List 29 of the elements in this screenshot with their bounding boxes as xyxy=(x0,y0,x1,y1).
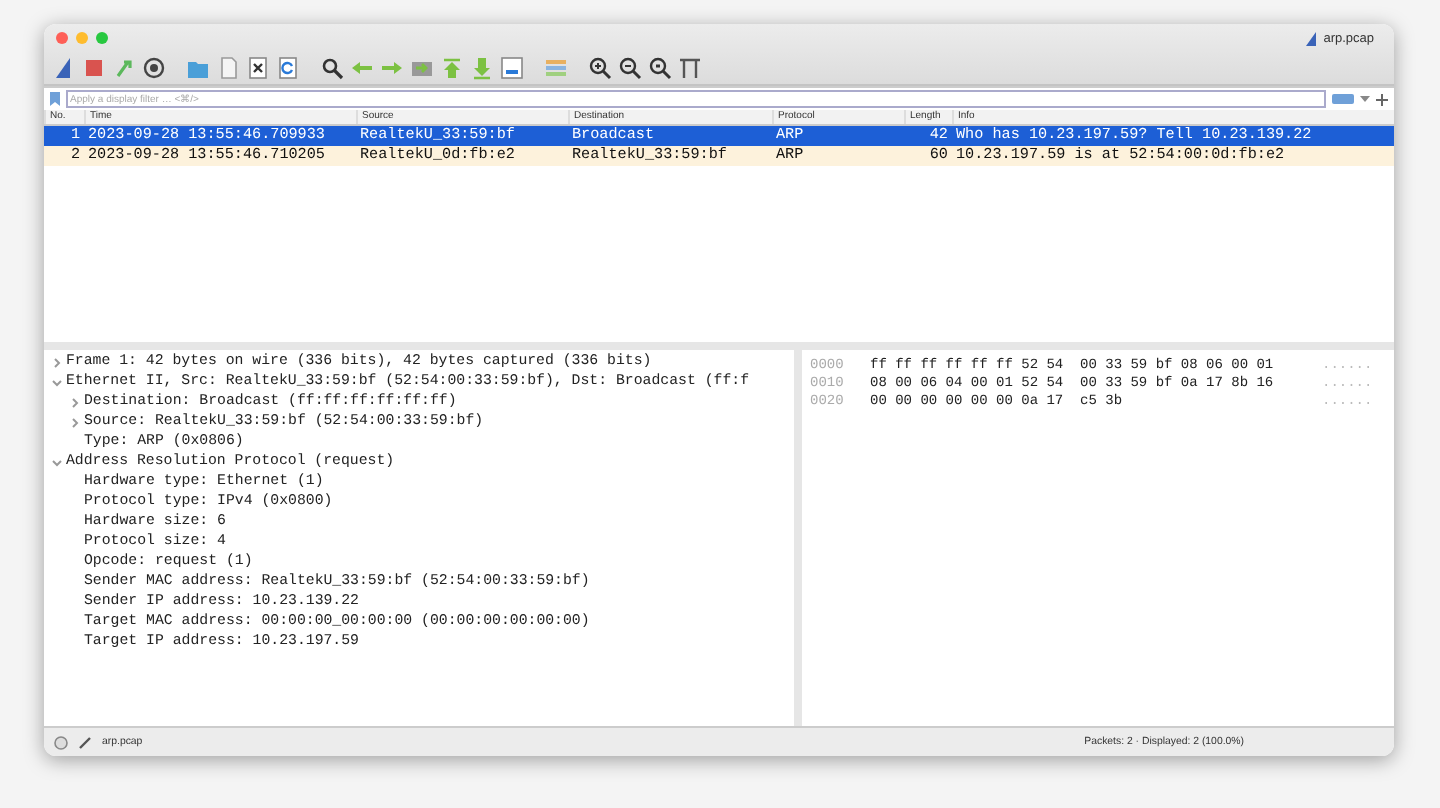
search-icon[interactable] xyxy=(320,56,344,80)
zoom-in-icon[interactable] xyxy=(588,56,612,80)
colorize-icon[interactable] xyxy=(544,56,568,80)
reload-icon[interactable] xyxy=(276,56,300,80)
stop-icon[interactable] xyxy=(82,56,106,80)
close-file-icon[interactable] xyxy=(246,56,270,80)
chevron-right-icon[interactable] xyxy=(52,357,62,367)
autoscroll-icon[interactable] xyxy=(500,56,524,80)
zoom-button[interactable] xyxy=(96,32,108,44)
folder-icon[interactable] xyxy=(186,56,210,80)
zoom-out-icon[interactable] xyxy=(618,56,642,80)
plus-icon[interactable] xyxy=(1376,93,1388,105)
chevron-down-icon[interactable] xyxy=(52,457,62,467)
pencil-icon[interactable] xyxy=(78,735,92,749)
shark-fin-icon[interactable] xyxy=(52,56,76,80)
chevron-right-icon[interactable] xyxy=(70,417,80,427)
chevron-down-icon[interactable] xyxy=(52,377,62,387)
close-button[interactable] xyxy=(56,32,68,44)
resize-columns-icon[interactable] xyxy=(678,56,702,80)
up-arrow-icon[interactable] xyxy=(440,56,464,80)
status-circle-icon[interactable] xyxy=(54,735,68,749)
chevron-right-icon[interactable] xyxy=(70,397,80,407)
options-icon[interactable] xyxy=(142,56,166,80)
bookmark-icon[interactable] xyxy=(50,92,60,106)
zoom-reset-icon[interactable] xyxy=(648,56,672,80)
shark-fin-icon xyxy=(1303,31,1318,45)
right-arrow-icon[interactable] xyxy=(380,56,404,80)
dropdown-caret-icon[interactable] xyxy=(1360,94,1370,104)
go-to-packet-icon[interactable] xyxy=(410,56,434,80)
